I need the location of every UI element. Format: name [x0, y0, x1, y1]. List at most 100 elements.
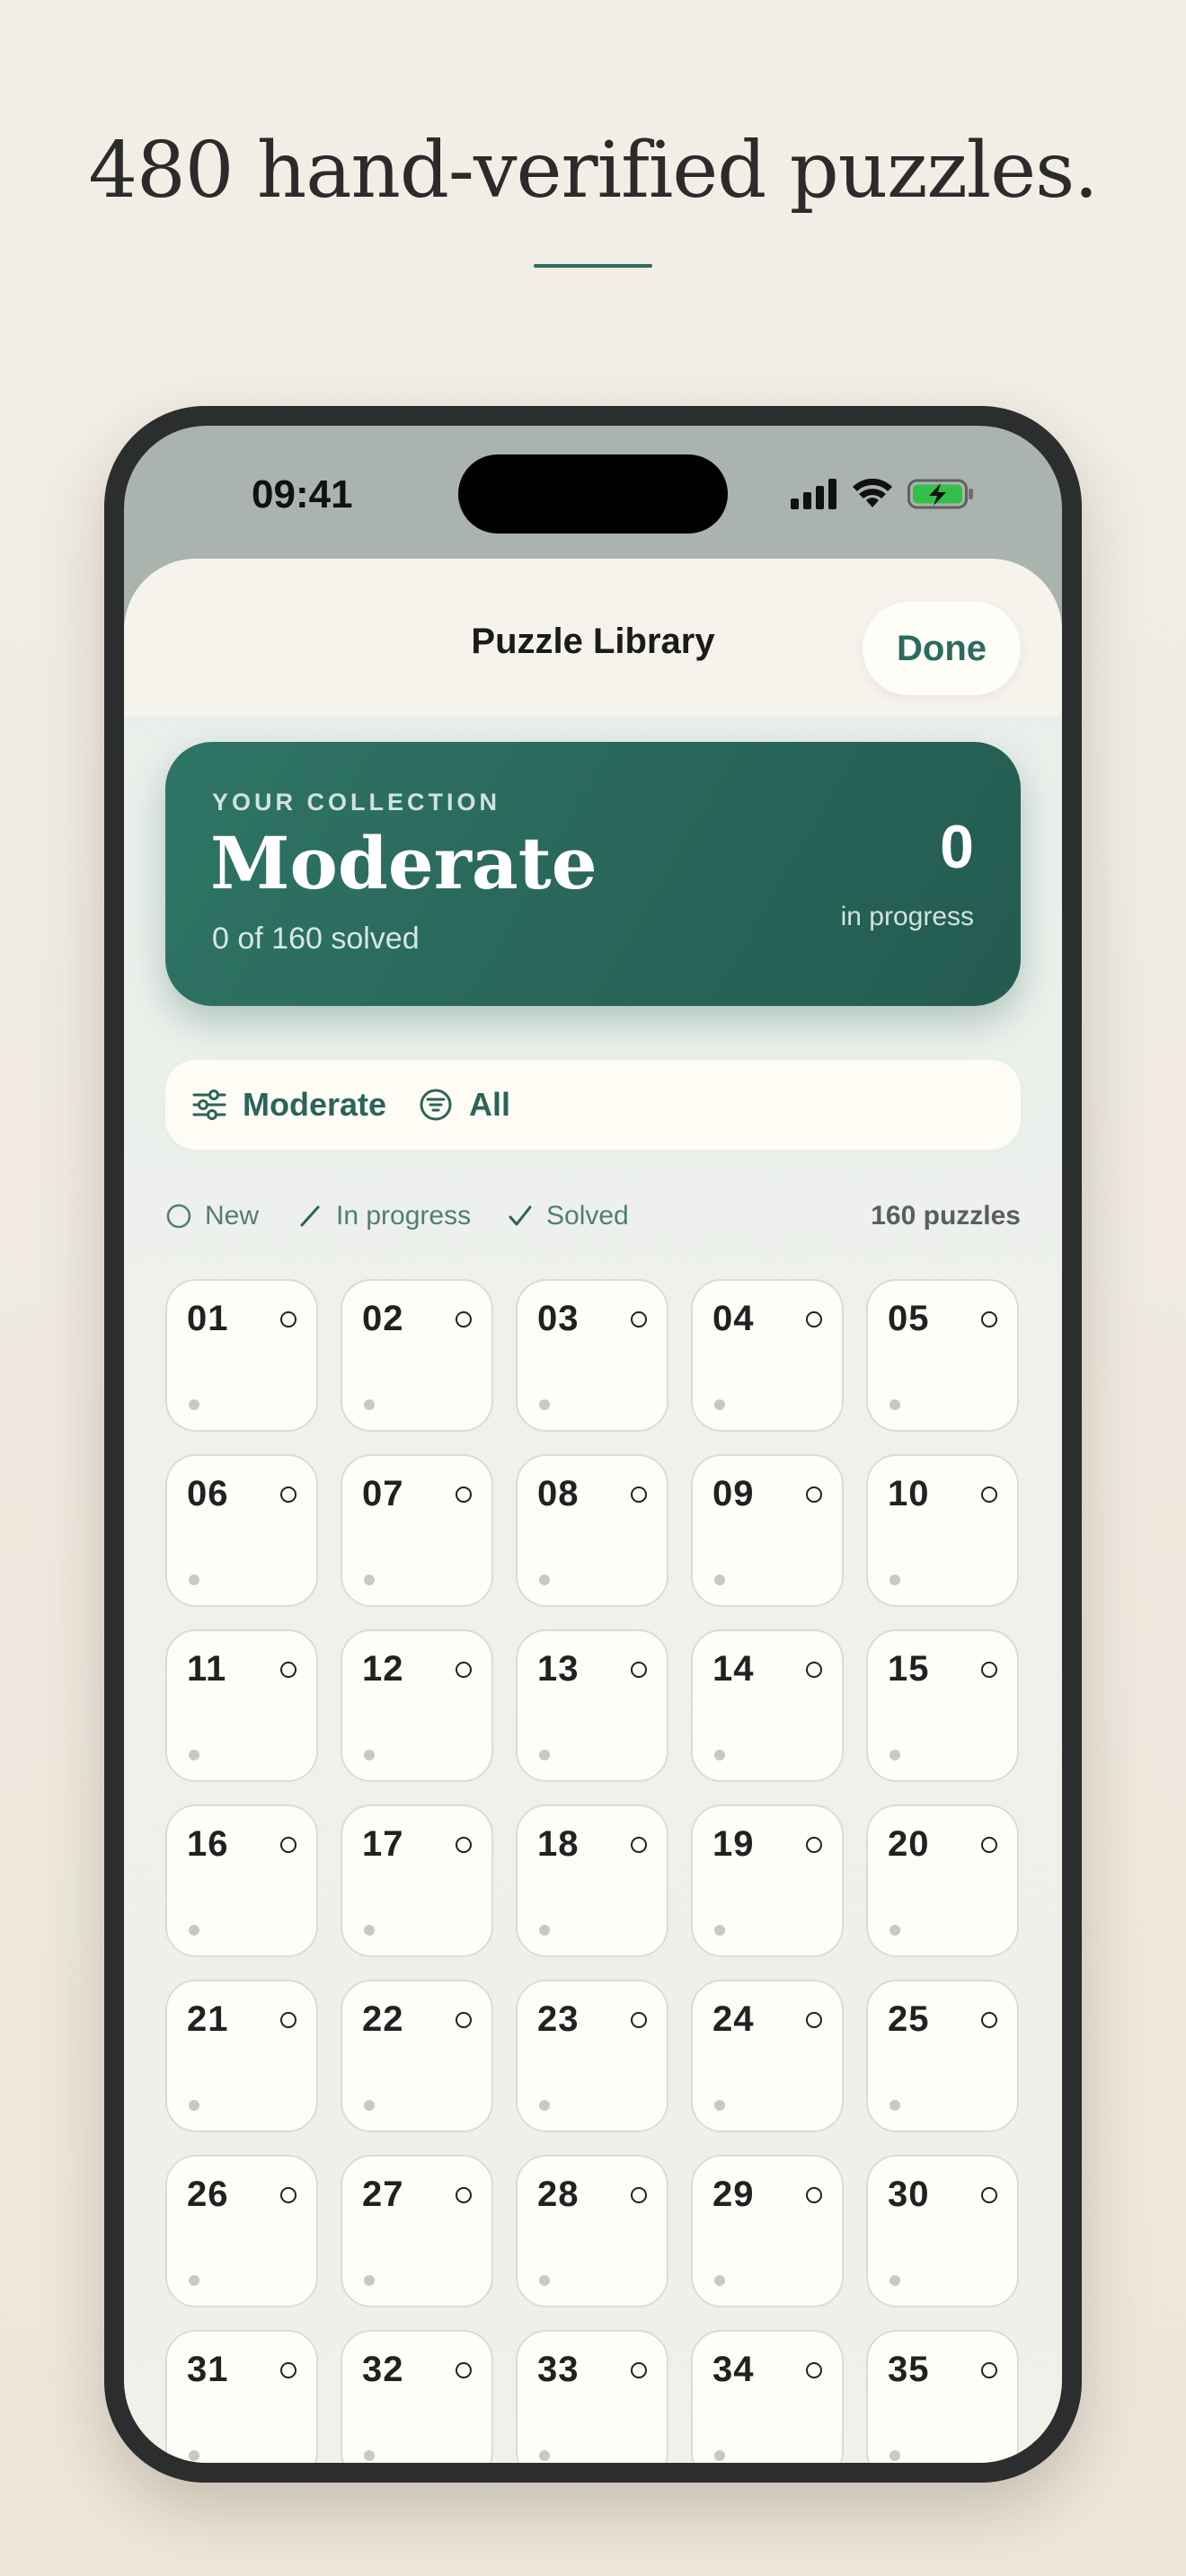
puzzle-tile[interactable]: 14	[691, 1629, 844, 1782]
progress-dot	[189, 2450, 199, 2461]
puzzle-tile[interactable]: 30	[866, 2155, 1019, 2307]
puzzle-tile[interactable]: 20	[866, 1804, 1019, 1957]
puzzle-tile[interactable]: 34	[691, 2330, 844, 2463]
puzzle-number: 01	[187, 1299, 229, 1338]
new-status-icon	[806, 1486, 822, 1503]
progress-dot	[539, 1750, 550, 1760]
puzzle-tile[interactable]: 05	[866, 1279, 1019, 1432]
new-status-icon	[456, 2362, 472, 2378]
new-status-icon	[806, 1311, 822, 1328]
new-status-icon	[456, 2187, 472, 2203]
progress-dot	[890, 1575, 900, 1585]
puzzle-number: 35	[888, 2350, 930, 2389]
phone-screen: 09:41 Puzzle Library Done YOUR COLLECTIO…	[124, 426, 1062, 2463]
new-status-icon	[456, 1837, 472, 1853]
puzzle-tile[interactable]: 21	[165, 1980, 318, 2132]
puzzle-tile[interactable]: 27	[341, 2155, 493, 2307]
puzzle-tile[interactable]: 03	[516, 1279, 668, 1432]
puzzle-tile[interactable]: 11	[165, 1629, 318, 1782]
progress-dot	[714, 2100, 725, 2111]
puzzle-number: 30	[888, 2175, 930, 2214]
new-status-icon	[631, 1311, 647, 1328]
puzzle-tile[interactable]: 04	[691, 1279, 844, 1432]
new-status-icon	[981, 2187, 997, 2203]
puzzle-tile[interactable]: 18	[516, 1804, 668, 1957]
battery-charging-icon	[907, 479, 973, 509]
new-status-icon	[981, 1662, 997, 1678]
legend-new: New	[165, 1196, 259, 1236]
new-status-icon	[456, 1311, 472, 1328]
status-filter[interactable]: All	[419, 1060, 510, 1150]
difficulty-filter[interactable]: Moderate	[192, 1060, 386, 1150]
puzzle-tile[interactable]: 25	[866, 1980, 1019, 2132]
progress-dot	[364, 1925, 375, 1936]
puzzle-tile[interactable]: 06	[165, 1454, 318, 1607]
in-progress-label: in progress	[840, 902, 974, 931]
puzzle-tile[interactable]: 32	[341, 2330, 493, 2463]
new-status-icon	[806, 2362, 822, 2378]
legend-new-label: New	[205, 1201, 260, 1231]
puzzle-number: 32	[362, 2350, 404, 2389]
puzzle-count: 160 puzzles	[871, 1201, 1021, 1231]
new-status-icon	[280, 2187, 296, 2203]
puzzle-number: 19	[712, 1824, 755, 1864]
puzzle-number: 22	[362, 1999, 404, 2039]
new-status-icon	[280, 1662, 296, 1678]
puzzle-tile[interactable]: 08	[516, 1454, 668, 1607]
progress-dot	[890, 1750, 900, 1760]
puzzle-number: 33	[537, 2350, 580, 2389]
progress-dot	[890, 2450, 900, 2461]
puzzle-tile[interactable]: 01	[165, 1279, 318, 1432]
new-status-icon	[456, 1662, 472, 1678]
puzzle-tile[interactable]: 29	[691, 2155, 844, 2307]
puzzle-number: 34	[712, 2350, 755, 2389]
signal-icon	[791, 479, 836, 509]
puzzle-tile[interactable]: 28	[516, 2155, 668, 2307]
status-time: 09:41	[252, 472, 353, 516]
puzzle-number: 13	[537, 1649, 580, 1689]
progress-dot	[189, 2275, 199, 2286]
puzzle-tile[interactable]: 35	[866, 2330, 1019, 2463]
done-button[interactable]: Done	[863, 602, 1021, 695]
progress-dot	[189, 1750, 199, 1760]
new-status-icon	[280, 2012, 296, 2028]
puzzle-tile[interactable]: 24	[691, 1980, 844, 2132]
puzzle-number: 31	[187, 2350, 229, 2389]
puzzle-tile[interactable]: 17	[341, 1804, 493, 1957]
puzzle-tile[interactable]: 15	[866, 1629, 1019, 1782]
puzzle-tile[interactable]: 23	[516, 1980, 668, 2132]
status-filter-label: All	[469, 1086, 511, 1123]
puzzle-tile[interactable]: 09	[691, 1454, 844, 1607]
puzzle-number: 28	[537, 2175, 580, 2214]
new-status-icon	[631, 2187, 647, 2203]
puzzle-tile[interactable]: 33	[516, 2330, 668, 2463]
progress-dot	[189, 1925, 199, 1936]
difficulty-filter-label: Moderate	[243, 1086, 387, 1123]
progress-dot	[714, 1750, 725, 1760]
puzzle-tile[interactable]: 16	[165, 1804, 318, 1957]
puzzle-tile[interactable]: 13	[516, 1629, 668, 1782]
puzzle-number: 16	[187, 1824, 229, 1864]
new-status-icon	[981, 1311, 997, 1328]
puzzle-tile[interactable]: 26	[165, 2155, 318, 2307]
legend-solved: Solved	[507, 1196, 629, 1236]
puzzle-number: 21	[187, 1999, 229, 2039]
progress-dot	[189, 1575, 199, 1585]
puzzle-tile[interactable]: 07	[341, 1454, 493, 1607]
puzzle-tile[interactable]: 31	[165, 2330, 318, 2463]
puzzle-tile[interactable]: 10	[866, 1454, 1019, 1607]
progress-dot	[890, 1399, 900, 1410]
puzzle-tile[interactable]: 12	[341, 1629, 493, 1782]
progress-dot	[364, 2450, 375, 2461]
puzzle-number: 29	[712, 2175, 755, 2214]
puzzle-tile[interactable]: 19	[691, 1804, 844, 1957]
progress-dot	[714, 2450, 725, 2461]
progress-dot	[890, 2275, 900, 2286]
library-sheet: Puzzle Library Done YOUR COLLECTION Mode…	[124, 559, 1062, 2463]
puzzle-tile[interactable]: 02	[341, 1279, 493, 1432]
puzzle-tile[interactable]: 22	[341, 1980, 493, 2132]
puzzle-number: 24	[712, 1999, 755, 2039]
new-status-icon	[806, 1837, 822, 1853]
wifi-icon	[853, 479, 892, 507]
new-status-icon	[280, 1837, 296, 1853]
